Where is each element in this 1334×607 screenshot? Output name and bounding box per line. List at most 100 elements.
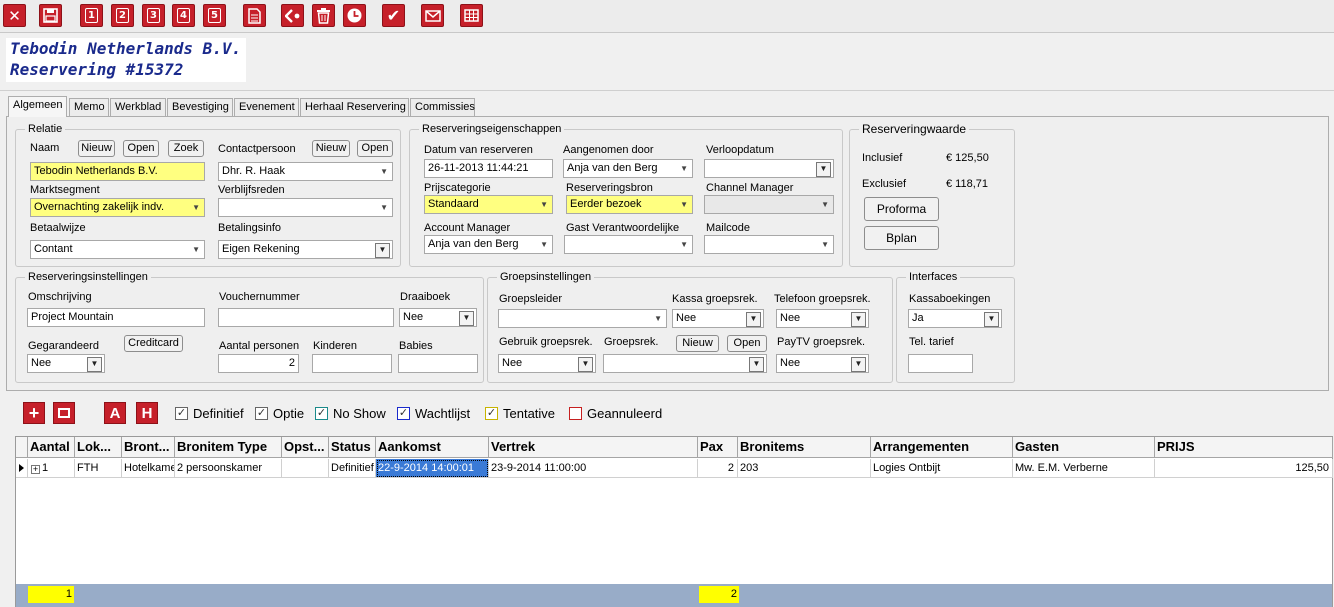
filter-tentative[interactable]: ✓ Tentative [485, 405, 555, 421]
tab-algemeen[interactable]: Algemeen [8, 96, 67, 117]
filter-geannuleerd[interactable]: Geannuleerd [569, 405, 662, 421]
table-cell[interactable]: FTH [75, 459, 122, 478]
print-2-icon[interactable]: 2 [111, 4, 134, 27]
voucher-field[interactable] [218, 308, 394, 327]
naam-field[interactable]: Tebodin Netherlands B.V. [30, 162, 205, 181]
table-cell[interactable]: Definitief [329, 459, 376, 478]
contact-select[interactable]: Dhr. R. Haak [218, 162, 393, 181]
contact-open-button[interactable]: Open [357, 140, 393, 157]
mailcode-select[interactable] [704, 235, 834, 254]
personen-field[interactable]: 2 [218, 354, 299, 373]
checkbox-icon[interactable]: ✓ [397, 406, 410, 420]
column-header[interactable]: Lok... [75, 437, 122, 458]
verblijfsreden-select[interactable] [218, 198, 393, 217]
naam-zoek-button[interactable]: Zoek [168, 140, 204, 157]
checkbox-icon[interactable]: ✓ [315, 406, 328, 420]
table-cell[interactable]: 125,50 [1155, 459, 1333, 478]
print-4-icon[interactable]: 4 [172, 4, 195, 27]
groepsrek-nieuw-button[interactable]: Nieuw [676, 335, 719, 352]
column-header[interactable]: Bront... [122, 437, 175, 458]
column-header[interactable]: Aankomst [376, 437, 489, 458]
datum-field[interactable]: 26-11-2013 11:44:21 [424, 159, 553, 178]
gebruik-groepsrek-select[interactable]: Nee [498, 354, 596, 373]
kinderen-field[interactable] [312, 354, 392, 373]
gegarandeerd-select[interactable]: Nee [27, 354, 105, 373]
mail-icon[interactable] [421, 4, 444, 27]
remove-row-button[interactable] [53, 402, 75, 424]
clock-icon[interactable] [343, 4, 366, 27]
naam-nieuw-button[interactable]: Nieuw [78, 140, 115, 157]
table-cell[interactable]: Mw. E.M. Verberne [1013, 459, 1155, 478]
tab-commissies[interactable]: Commissies [410, 98, 475, 116]
contact-nieuw-button[interactable]: Nieuw [312, 140, 350, 157]
account-select[interactable]: Anja van den Berg [424, 235, 553, 254]
betalingsinfo-select[interactable]: Eigen Rekening [218, 240, 393, 259]
add-row-button[interactable]: + [23, 402, 45, 424]
table-cell[interactable]: Hotelkamer [122, 459, 175, 478]
table-cell[interactable] [282, 459, 329, 478]
kassa-groepsrek-select[interactable]: Nee [672, 309, 764, 328]
print-1-icon[interactable]: 1 [80, 4, 103, 27]
a-button[interactable]: A [104, 402, 126, 424]
checkbox-icon[interactable] [569, 406, 582, 420]
column-header[interactable]: Bronitem Type [175, 437, 282, 458]
bron-select[interactable]: Eerder bezoek [566, 195, 693, 214]
groepsrek-select[interactable] [603, 354, 767, 373]
print-3-icon[interactable]: 3 [142, 4, 165, 27]
table-cell[interactable]: Logies Ontbijt [871, 459, 1013, 478]
table-cell[interactable]: +1 [28, 459, 75, 478]
column-header[interactable]: Opst... [282, 437, 329, 458]
filter-optie[interactable]: ✓ Optie [255, 405, 304, 421]
babies-field[interactable] [398, 354, 478, 373]
table-cell[interactable]: 23-9-2014 11:00:00 [489, 459, 698, 478]
save-icon[interactable] [39, 4, 62, 27]
h-button[interactable]: H [136, 402, 158, 424]
column-header[interactable]: Status [329, 437, 376, 458]
paytv-groepsrek-select[interactable]: Nee [776, 354, 869, 373]
back-icon[interactable] [281, 4, 304, 27]
verloop-select[interactable] [704, 159, 834, 178]
tab-herhaal-reservering[interactable]: Herhaal Reservering [300, 98, 409, 116]
groepsrek-open-button[interactable]: Open [727, 335, 767, 352]
tab-evenement[interactable]: Evenement [234, 98, 299, 116]
betaalwijze-select[interactable]: Contant [30, 240, 205, 259]
column-header[interactable]: Aantal [28, 437, 75, 458]
table-cell[interactable]: 22-9-2014 14:00:01 [376, 459, 489, 478]
tab-bevestiging[interactable]: Bevestiging [167, 98, 233, 116]
kassaboekingen-select[interactable]: Ja [908, 309, 1002, 328]
column-header[interactable]: PRIJS [1155, 437, 1333, 458]
check-icon[interactable]: ✔ [382, 4, 405, 27]
filter-wachtlijst[interactable]: ✓ Wachtlijst [397, 405, 470, 421]
column-header[interactable]: Bronitems [738, 437, 871, 458]
gast-select[interactable] [564, 235, 693, 254]
naam-open-button[interactable]: Open [123, 140, 159, 157]
table-cell[interactable]: 2 persoonskamer [175, 459, 282, 478]
column-header[interactable]: Pax [698, 437, 738, 458]
checkbox-icon[interactable]: ✓ [255, 406, 268, 420]
filter-definitief[interactable]: ✓ Definitief [175, 405, 244, 421]
omschrijving-field[interactable]: Project Mountain [27, 308, 205, 327]
prijscat-select[interactable]: Standaard [424, 195, 553, 214]
grid-icon[interactable] [460, 4, 483, 27]
trash-icon[interactable] [312, 4, 335, 27]
close-icon[interactable]: ✕ [3, 4, 26, 27]
groepsleider-select[interactable] [498, 309, 667, 328]
tab-werkblad[interactable]: Werkblad [110, 98, 166, 116]
column-header[interactable]: Gasten [1013, 437, 1155, 458]
marktsegment-select[interactable]: Overnachting zakelijk indv. [30, 198, 205, 217]
aangenomen-select[interactable]: Anja van den Berg [563, 159, 693, 178]
table-cell[interactable]: 203 [738, 459, 871, 478]
tel-tarief-field[interactable] [908, 354, 973, 373]
proforma-button[interactable]: Proforma [864, 197, 939, 221]
checkbox-icon[interactable]: ✓ [175, 406, 188, 420]
expand-icon[interactable]: + [31, 465, 40, 474]
telefoon-groepsrek-select[interactable]: Nee [776, 309, 869, 328]
filter-no-show[interactable]: ✓ No Show [315, 405, 386, 421]
creditcard-button[interactable]: Creditcard [124, 335, 183, 352]
tab-memo[interactable]: Memo [69, 98, 109, 116]
column-header[interactable]: Arrangementen [871, 437, 1013, 458]
document-icon[interactable] [243, 4, 266, 27]
bplan-button[interactable]: Bplan [864, 226, 939, 250]
checkbox-icon[interactable]: ✓ [485, 406, 498, 420]
table-cell[interactable]: 2 [698, 459, 738, 478]
